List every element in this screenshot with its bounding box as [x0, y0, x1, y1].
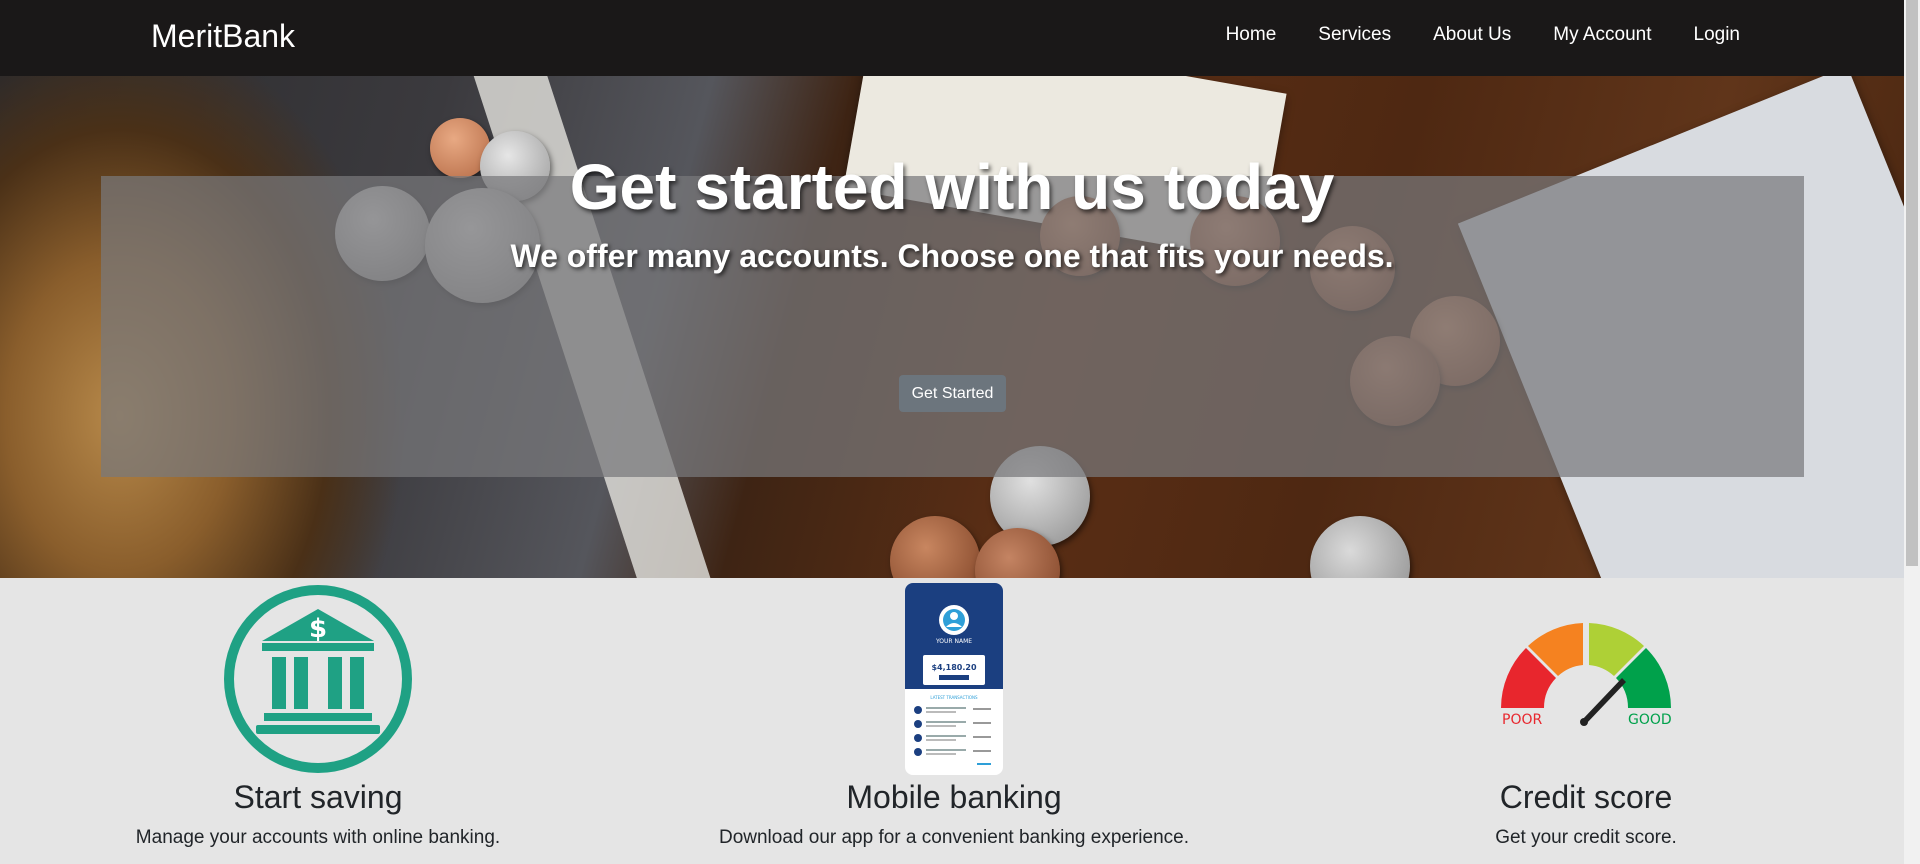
- nav-home[interactable]: Home: [1226, 24, 1277, 46]
- credit-gauge-icon: POOR GOOD: [1501, 623, 1672, 728]
- vertical-scrollbar[interactable]: [1904, 0, 1920, 864]
- feature-start-saving: $ Start saving Manage your accounts with…: [0, 578, 636, 848]
- phone-section-label: LATEST TRANSACTIONS: [930, 695, 978, 700]
- phone-balance: $4,180.20: [931, 663, 976, 672]
- coin-image: [1310, 516, 1410, 578]
- feature-mobile-banking: YOUR NAME $4,180.20 LATEST TRANSACTIONS …: [636, 578, 1272, 848]
- get-started-button[interactable]: Get Started: [899, 375, 1006, 412]
- gauge-good-label: GOOD: [1628, 712, 1672, 728]
- nav-login[interactable]: Login: [1694, 24, 1741, 46]
- navbar: MeritBank Home Services About Us My Acco…: [0, 0, 1904, 76]
- feature-title: Credit score: [1499, 779, 1673, 815]
- bank-icon: $: [224, 585, 412, 773]
- nav-my-account[interactable]: My Account: [1553, 24, 1651, 46]
- hero-subtitle: We offer many accounts. Choose one that …: [510, 238, 1394, 274]
- feature-icon-wrap: $: [0, 578, 636, 776]
- nav-links: Home Services About Us My Account Login: [1184, 24, 1740, 46]
- feature-title: Mobile banking: [846, 779, 1062, 815]
- nav-about[interactable]: About Us: [1433, 24, 1511, 46]
- feature-description: Manage your accounts with online banking…: [135, 827, 501, 848]
- feature-description: Get your credit score.: [1495, 827, 1677, 848]
- nav-services[interactable]: Services: [1318, 24, 1391, 46]
- gauge-poor-label: POOR: [1502, 712, 1542, 728]
- coin-image: [890, 516, 980, 578]
- mobile-app-icon: YOUR NAME $4,180.20 LATEST TRANSACTIONS: [905, 583, 1003, 775]
- svg-text:$: $: [309, 614, 327, 644]
- scrollbar-thumb[interactable]: [1906, 0, 1918, 566]
- feature-icon-wrap: POOR GOOD: [1268, 578, 1904, 776]
- feature-description: Download our app for a convenient bankin…: [718, 827, 1190, 848]
- feature-credit-score: POOR GOOD Credit score Get your credit s…: [1268, 578, 1904, 848]
- hero-title: Get started with us today: [569, 151, 1335, 223]
- phone-user-name: YOUR NAME: [935, 638, 972, 645]
- page: MeritBank Home Services About Us My Acco…: [0, 0, 1904, 864]
- brand-logo[interactable]: MeritBank: [151, 18, 295, 55]
- feature-title: Start saving: [233, 779, 403, 815]
- feature-icon-wrap: YOUR NAME $4,180.20 LATEST TRANSACTIONS: [636, 578, 1272, 776]
